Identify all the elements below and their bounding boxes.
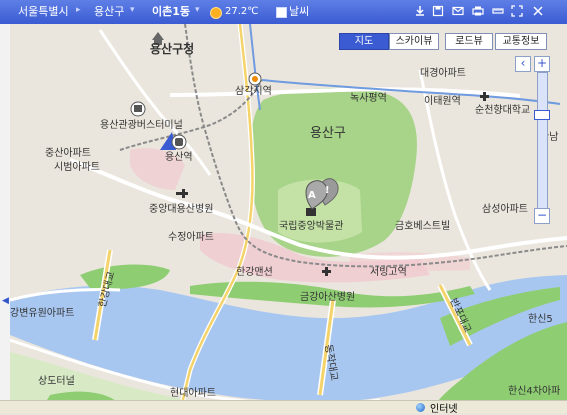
- zone-label: 인터넷: [430, 404, 458, 415]
- label-museum: 국립중앙박물관: [279, 219, 343, 232]
- label-geumgang-hospital: 금강아산병원: [300, 291, 355, 303]
- label-daegyeong-apt: 대경아파트: [420, 66, 466, 79]
- label-samsung-apt: 삼성아파트: [482, 203, 528, 215]
- museum-icon: [306, 208, 316, 216]
- maptype-map-button[interactable]: 지도: [339, 33, 389, 50]
- marker-b-label: !: [325, 185, 330, 196]
- label-yongsan-gu: 용산구: [310, 126, 346, 141]
- chevron-down-icon[interactable]: ▾: [195, 5, 200, 15]
- bus-glyph: [134, 105, 142, 112]
- label-hyundai-apt: 현대아파트: [170, 387, 216, 399]
- dong-selector[interactable]: 이촌1동: [152, 5, 190, 19]
- label-soonchunhyang: 순천향대학교: [475, 104, 530, 116]
- zoom-in-button[interactable]: +: [534, 56, 550, 72]
- zoom-slider-handle[interactable]: [534, 110, 550, 121]
- label-sibeom-apt: 시범아파트: [54, 161, 100, 173]
- top-toolbar: 서울특별시 ▸ 용산구 ▾ 이촌1동 ▾ 27.2℃ 날씨: [0, 0, 567, 25]
- label-samgakji: 삼각지역: [235, 85, 272, 97]
- train-glyph: [175, 138, 183, 146]
- map-canvas[interactable]: 용산구청 삼각지역 대경아파트 녹사평역 이태원역 용산구 순천향대학교 한남 …: [10, 24, 567, 412]
- zoom-out-button[interactable]: −: [534, 208, 550, 224]
- label-central-hospital: 중앙대용산병원: [149, 203, 213, 215]
- label-hangang-mansion: 한강맨션: [236, 266, 273, 278]
- label-noksapyeong: 녹사평역: [350, 92, 387, 104]
- download-icon[interactable]: [414, 5, 426, 17]
- weather-checkbox[interactable]: [276, 7, 287, 18]
- chevron-left-icon[interactable]: ◀: [2, 296, 9, 306]
- weather-label: 날씨: [289, 5, 310, 18]
- status-bar: 인터넷: [0, 400, 567, 415]
- label-sangdo-tunnel: 상도터널: [38, 375, 75, 387]
- label-yongsan-station: 용산역: [165, 151, 193, 163]
- marker-a-label: A: [308, 190, 316, 201]
- ruler-icon[interactable]: [492, 5, 504, 17]
- label-hanshin4: 한신4차아파: [508, 385, 560, 397]
- temperature-text: 27.2℃: [225, 6, 259, 17]
- label-seobinggo-station: 서빙고역: [370, 266, 407, 278]
- map-svg: 용산구청 삼각지역 대경아파트 녹사평역 이태원역 용산구 순천향대학교 한남 …: [10, 24, 567, 412]
- label-jungsan-apt: 중산아파트: [45, 147, 91, 159]
- close-icon[interactable]: [532, 5, 544, 17]
- chevron-down-icon[interactable]: ▾: [130, 5, 135, 15]
- pan-left-button[interactable]: ‹: [515, 56, 531, 72]
- label-hanshin5: 한신5: [528, 313, 553, 325]
- fullscreen-icon[interactable]: [511, 5, 523, 17]
- district-selector[interactable]: 용산구: [94, 5, 124, 19]
- region-selector[interactable]: 서울특별시: [18, 5, 69, 19]
- maptype-traffic-button[interactable]: 교통정보: [495, 33, 547, 50]
- label-itaewon: 이태원역: [424, 95, 461, 107]
- subway-dot: [252, 76, 258, 82]
- maptype-roadview-button[interactable]: 로드뷰: [445, 33, 493, 50]
- save-icon[interactable]: [432, 5, 444, 17]
- maptype-skyview-button[interactable]: 스카이뷰: [389, 33, 439, 50]
- mail-icon[interactable]: [452, 5, 464, 17]
- chevron-right-icon: ▸: [76, 5, 81, 15]
- globe-icon: [416, 403, 425, 412]
- label-riverside-apt: 강변유원아파트: [10, 307, 74, 319]
- sun-icon: [210, 7, 222, 19]
- label-yongsan-terminal: 용산관광버스터미널: [100, 119, 183, 131]
- print-icon[interactable]: [472, 5, 484, 17]
- label-sujeong-apt: 수정아파트: [168, 231, 214, 243]
- zoom-slider-track[interactable]: [537, 72, 548, 218]
- label-geumho-bestville: 금호베스트빌: [395, 220, 450, 232]
- label-yongsan-gu-office: 용산구청: [150, 41, 194, 56]
